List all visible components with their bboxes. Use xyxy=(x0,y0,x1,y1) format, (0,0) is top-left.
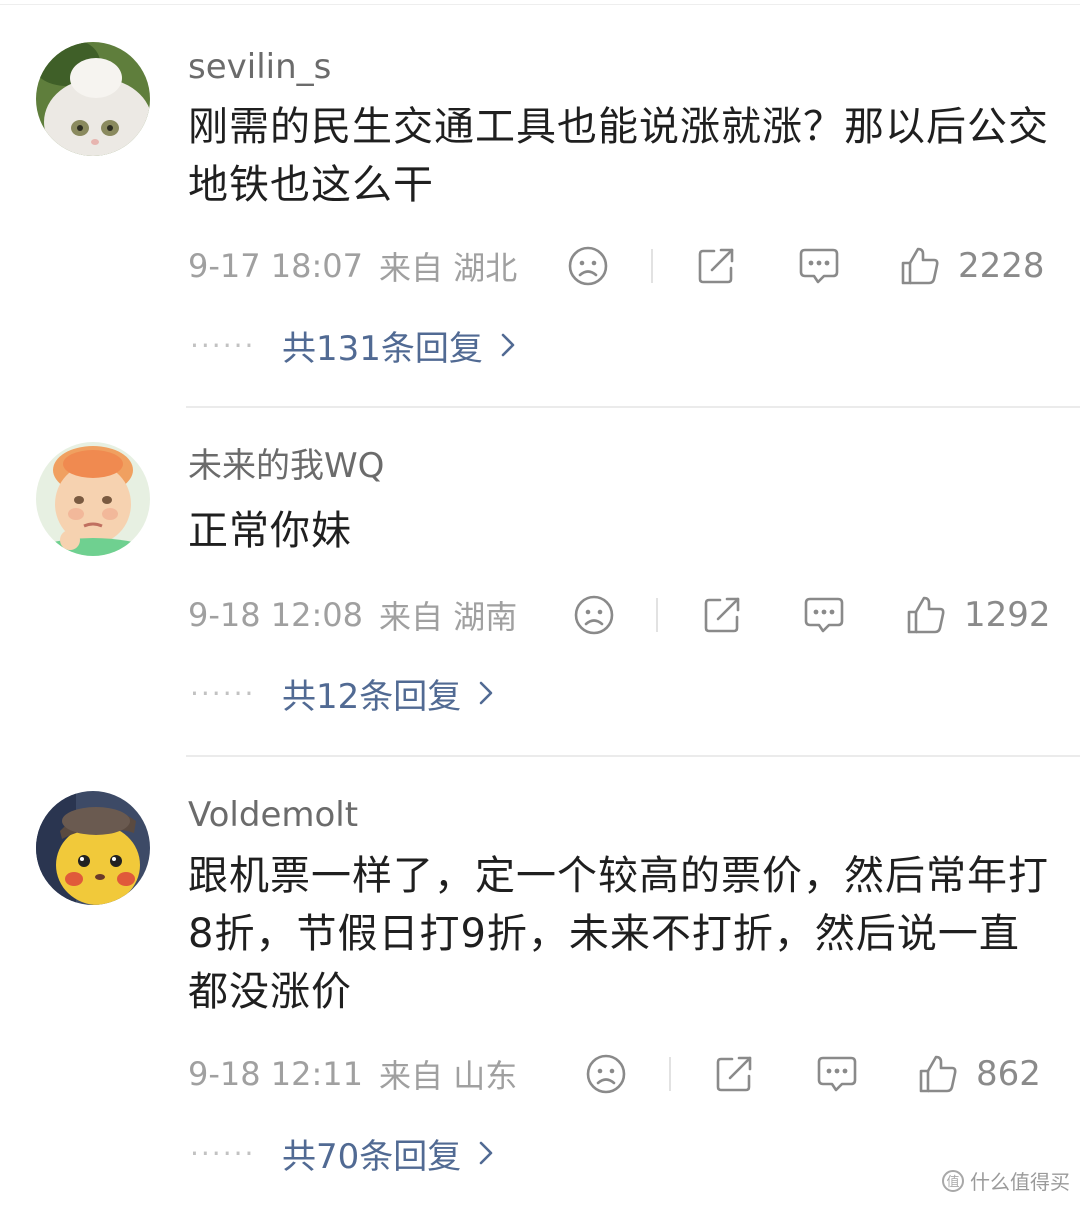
comment-separator xyxy=(186,755,1080,757)
comment-icon xyxy=(817,1056,857,1092)
share-button[interactable] xyxy=(694,241,738,291)
comment-time: 9-18 12:11 xyxy=(188,1055,364,1093)
dislike-button[interactable] xyxy=(572,590,616,640)
watermark-text: 什么值得买 xyxy=(970,1170,1070,1194)
replies-row: ······ 共131条回复 xyxy=(190,320,515,370)
reply-button[interactable] xyxy=(801,590,847,640)
like-count: 2228 xyxy=(958,246,1045,286)
comment-time: 9-18 12:08 xyxy=(188,596,364,634)
ellipsis-icon: ······ xyxy=(190,1136,256,1170)
comment-location: 来自 湖北 xyxy=(379,249,518,287)
action-divider xyxy=(669,1057,671,1091)
like-button[interactable]: 862 xyxy=(916,1049,1041,1099)
top-divider xyxy=(0,4,1080,5)
replies-label: 共70条回复 xyxy=(282,1136,462,1177)
dislike-button[interactable] xyxy=(566,241,610,291)
like-count: 1292 xyxy=(964,595,1051,635)
dislike-button[interactable] xyxy=(584,1049,628,1099)
avatar[interactable] xyxy=(36,42,150,156)
action-divider xyxy=(656,598,658,632)
view-replies-link[interactable]: 共70条回复 xyxy=(282,1129,493,1178)
thumbs-up-icon xyxy=(901,247,939,285)
ellipsis-icon: ······ xyxy=(190,676,256,710)
chevron-right-icon xyxy=(501,333,515,357)
view-replies-link[interactable]: 共131条回复 xyxy=(282,321,515,370)
replies-row: ······ 共12条回复 xyxy=(190,668,493,718)
comment-time: 9-17 18:07 xyxy=(188,247,364,285)
share-icon xyxy=(698,248,734,284)
comment-meta: 9-17 18:07 来自 湖北 xyxy=(188,241,517,291)
chevron-right-icon xyxy=(479,681,493,705)
comment-text: 正常你妹 xyxy=(188,508,352,554)
share-icon xyxy=(704,597,740,633)
view-replies-link[interactable]: 共12条回复 xyxy=(282,669,493,718)
sad-face-icon xyxy=(586,1054,626,1094)
chevron-right-icon xyxy=(479,1141,493,1165)
avatar[interactable] xyxy=(36,442,150,556)
comment-icon xyxy=(804,597,844,633)
like-count: 862 xyxy=(976,1054,1041,1094)
like-button[interactable]: 2228 xyxy=(898,241,1045,291)
avatar[interactable] xyxy=(36,791,150,905)
like-button[interactable]: 1292 xyxy=(904,590,1051,640)
comment-text: 刚需的民生交通工具也能说涨就涨？那以后公交地铁也这么干 xyxy=(188,104,1049,208)
replies-row: ······ 共70条回复 xyxy=(190,1128,493,1178)
share-button[interactable] xyxy=(700,590,744,640)
thumbs-up-icon xyxy=(919,1055,957,1093)
reply-button[interactable] xyxy=(796,241,842,291)
comment-icon xyxy=(799,248,839,284)
reply-button[interactable] xyxy=(814,1049,860,1099)
sad-face-icon xyxy=(574,595,614,635)
replies-label: 共131条回复 xyxy=(282,328,483,369)
comment-meta: 9-18 12:08 来自 湖南 xyxy=(188,590,517,640)
sad-face-icon xyxy=(568,246,608,286)
replies-label: 共12条回复 xyxy=(282,676,462,717)
comment-location: 来自 湖南 xyxy=(379,598,518,636)
username[interactable]: sevilin_s xyxy=(188,47,331,87)
comment-meta: 9-18 12:11 来自 山东 xyxy=(188,1049,517,1099)
username[interactable]: 未来的我WQ xyxy=(188,446,384,486)
watermark-logo-icon: 值 xyxy=(942,1169,964,1192)
comment-separator xyxy=(186,406,1080,408)
thumbs-up-icon xyxy=(907,596,945,634)
watermark: 值 什么值得买 xyxy=(942,1166,1070,1195)
share-icon xyxy=(716,1056,752,1092)
username[interactable]: Voldemolt xyxy=(188,795,358,835)
action-divider xyxy=(651,249,653,283)
ellipsis-icon: ······ xyxy=(190,328,256,362)
comment-text: 跟机票一样了，定一个较高的票价，然后常年打8折，节假日打9折，未来不打折，然后说… xyxy=(188,853,1049,1015)
share-button[interactable] xyxy=(712,1049,756,1099)
comment-location: 来自 山东 xyxy=(379,1057,518,1095)
